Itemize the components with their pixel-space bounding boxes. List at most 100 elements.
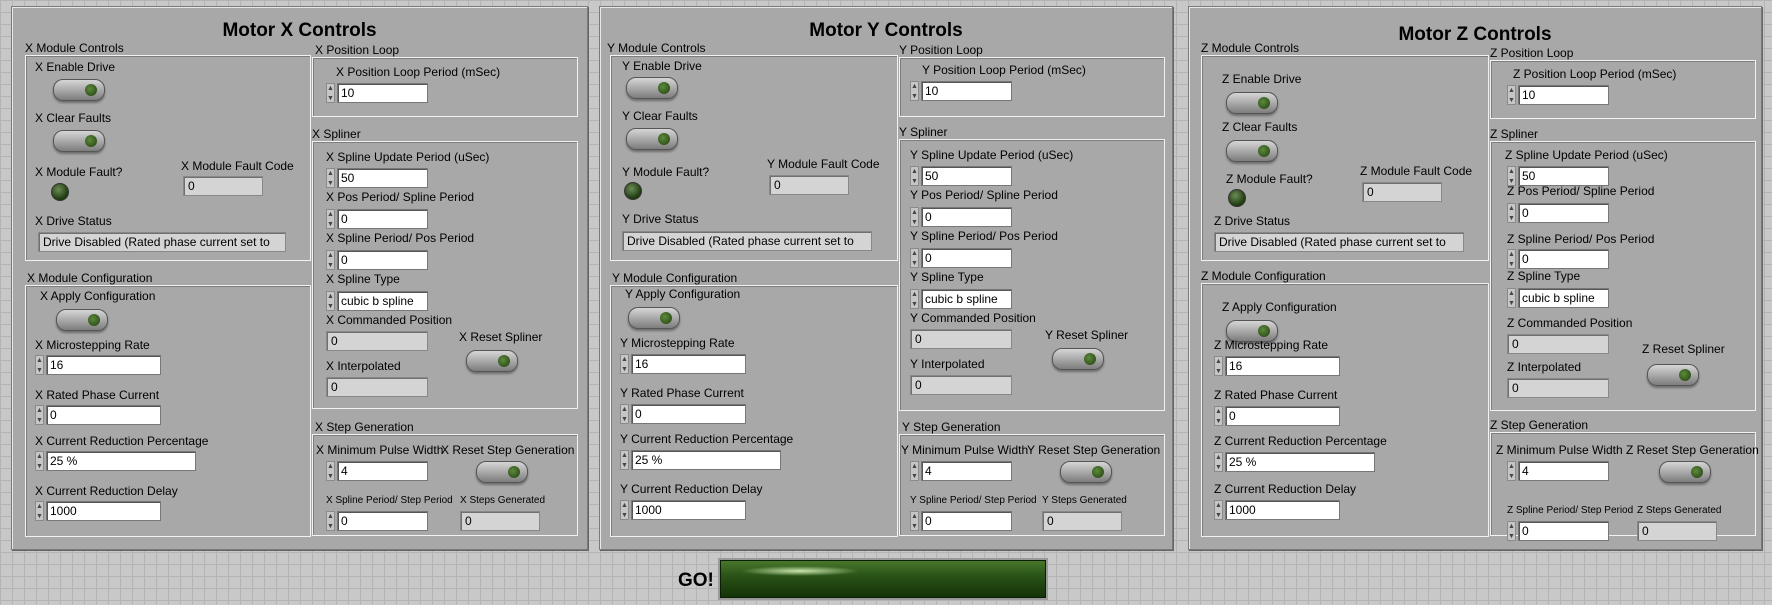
spline-pos-input[interactable]: 0: [921, 248, 1012, 268]
panel-title: Motor Y Controls: [809, 20, 963, 41]
spline-step-input[interactable]: 0: [1518, 521, 1609, 541]
spline-pos-input[interactable]: 0: [337, 250, 428, 270]
min-pulse-input[interactable]: 4: [337, 461, 428, 481]
stepper-arrows-icon[interactable]: ▲ ▼: [1214, 406, 1223, 426]
stepper-arrows-icon[interactable]: ▲ ▼: [620, 500, 629, 520]
reduction-delay-input[interactable]: 1000: [631, 500, 746, 520]
clear-faults-button[interactable]: [53, 130, 105, 152]
stepper-arrows-icon[interactable]: ▲ ▼: [1214, 452, 1223, 472]
stepper-arrows-icon[interactable]: ▲ ▼: [326, 461, 335, 481]
stepper-arrows-icon[interactable]: ▲ ▼: [1507, 203, 1516, 223]
pos-spline-input[interactable]: 0: [921, 207, 1012, 227]
reduction-delay-input[interactable]: 1000: [46, 501, 161, 521]
stepper-arrows-icon[interactable]: ▲ ▼: [910, 166, 919, 186]
spline-update-input[interactable]: 50: [1518, 166, 1609, 186]
reset-step-gen-button[interactable]: [476, 461, 528, 483]
stepper-arrows-icon[interactable]: ▲ ▼: [326, 209, 335, 229]
microstep-label: Z Microstepping Rate: [1214, 338, 1329, 352]
loop-period-input[interactable]: 10: [921, 81, 1012, 101]
microstep-input[interactable]: 16: [1225, 356, 1340, 376]
stepper-arrows-icon[interactable]: ▲ ▼: [326, 83, 335, 103]
microstep-input[interactable]: 16: [46, 355, 161, 375]
stepper-arrows-icon[interactable]: ▲ ▼: [910, 289, 919, 309]
min-pulse-input[interactable]: 4: [921, 461, 1012, 481]
apply-config-button[interactable]: [56, 309, 108, 331]
stepper-arrows-icon[interactable]: ▲ ▼: [1507, 166, 1516, 186]
spline-type-select[interactable]: cubic b spline: [921, 289, 1012, 309]
reset-spliner-button[interactable]: [1052, 348, 1104, 370]
apply-config-button[interactable]: [628, 307, 680, 329]
reduction-pct-input[interactable]: 25 %: [631, 450, 781, 470]
reduction-delay-input[interactable]: 1000: [1225, 500, 1340, 520]
stepper-arrows-icon[interactable]: ▲ ▼: [35, 355, 44, 375]
rated-current-label: Y Rated Phase Current: [620, 386, 744, 400]
stepper-arrows-icon[interactable]: ▲ ▼: [1507, 288, 1516, 308]
stepper-arrows-icon[interactable]: ▲ ▼: [1214, 500, 1223, 520]
module-controls-label: Y Module Controls: [607, 41, 706, 55]
stepper-arrows-icon[interactable]: ▲ ▼: [35, 451, 44, 471]
stepper-arrows-icon[interactable]: ▲ ▼: [326, 250, 335, 270]
reduction-delay-label: Y Current Reduction Delay: [620, 482, 763, 496]
steps-gen-label: Y Steps Generated: [1042, 495, 1127, 506]
spline-type-select[interactable]: cubic b spline: [337, 291, 428, 311]
stepper-arrows-icon[interactable]: ▲ ▼: [910, 207, 919, 227]
stepper-arrows-icon[interactable]: ▲ ▼: [326, 168, 335, 188]
enable-drive-toggle[interactable]: [626, 77, 678, 99]
clear-faults-label: Z Clear Faults: [1222, 120, 1298, 134]
rated-current-input[interactable]: 0: [46, 405, 161, 425]
stepper-arrows-icon[interactable]: ▲ ▼: [620, 404, 629, 424]
clear-faults-button[interactable]: [1226, 140, 1278, 162]
module-fault-label: Y Module Fault?: [622, 165, 710, 179]
reset-spliner-label: Z Reset Spliner: [1642, 342, 1725, 356]
stepper-arrows-icon[interactable]: ▲ ▼: [1507, 85, 1516, 105]
stepper-arrows-icon[interactable]: ▲ ▼: [910, 511, 919, 531]
spline-update-input[interactable]: 50: [337, 168, 428, 188]
stepper-arrows-icon[interactable]: ▲ ▼: [910, 461, 919, 481]
pos-spline-input[interactable]: 0: [337, 209, 428, 229]
spline-step-input[interactable]: 0: [921, 511, 1012, 531]
fault-code-indicator: 0: [1362, 182, 1442, 202]
microstep-input[interactable]: 16: [631, 354, 746, 374]
spline-type-select[interactable]: cubic b spline: [1518, 288, 1609, 308]
spliner-label: Y Spliner: [899, 125, 948, 139]
reset-spliner-button[interactable]: [466, 350, 518, 372]
spline-pos-input[interactable]: 0: [1518, 249, 1609, 269]
stepper-arrows-icon[interactable]: ▲ ▼: [910, 81, 919, 101]
stepper-arrows-icon[interactable]: ▲ ▼: [1214, 356, 1223, 376]
module-config-label: X Module Configuration: [27, 271, 153, 285]
reduction-pct-input[interactable]: 25 %: [46, 451, 196, 471]
stepper-arrows-icon[interactable]: ▲ ▼: [326, 511, 335, 531]
fault-code-label: Y Module Fault Code: [767, 157, 880, 171]
rated-current-input[interactable]: 0: [1225, 406, 1340, 426]
reset-step-gen-button[interactable]: [1060, 461, 1112, 483]
stepper-arrows-icon[interactable]: ▲ ▼: [1507, 249, 1516, 269]
pos-spline-input[interactable]: 0: [1518, 203, 1609, 223]
stepper-arrows-icon[interactable]: ▲ ▼: [326, 291, 335, 311]
spliner-label: Z Spliner: [1490, 127, 1539, 141]
go-button[interactable]: [718, 558, 1048, 600]
clear-faults-button[interactable]: [626, 128, 678, 150]
stepper-arrows-icon[interactable]: ▲ ▼: [1507, 521, 1516, 541]
reset-step-gen-button[interactable]: [1659, 461, 1711, 483]
stepper-arrows-icon[interactable]: ▲ ▼: [35, 405, 44, 425]
reduction-pct-input[interactable]: 25 %: [1225, 452, 1375, 472]
stepper-arrows-icon[interactable]: ▲ ▼: [620, 450, 629, 470]
steps-gen-indicator: 0: [460, 511, 540, 531]
loop-period-input[interactable]: 10: [337, 83, 428, 103]
loop-period-input[interactable]: 10: [1518, 85, 1609, 105]
reset-spliner-button[interactable]: [1647, 364, 1699, 386]
enable-drive-toggle[interactable]: [1226, 92, 1278, 114]
spline-step-input[interactable]: 0: [337, 511, 428, 531]
stepper-arrows-icon[interactable]: ▲ ▼: [35, 501, 44, 521]
apply-config-label: X Apply Configuration: [40, 289, 156, 303]
stepper-arrows-icon[interactable]: ▲ ▼: [910, 248, 919, 268]
drive-status-indicator: Drive Disabled (Rated phase current set …: [622, 231, 872, 251]
enable-drive-toggle[interactable]: [53, 79, 105, 101]
fault-code-indicator: 0: [769, 175, 849, 195]
rated-current-input[interactable]: 0: [631, 404, 746, 424]
stepper-arrows-icon[interactable]: ▲ ▼: [620, 354, 629, 374]
min-pulse-input[interactable]: 4: [1518, 461, 1609, 481]
stepper-arrows-icon[interactable]: ▲ ▼: [1507, 461, 1516, 481]
spline-update-input[interactable]: 50: [921, 166, 1012, 186]
apply-config-label: Y Apply Configuration: [625, 287, 741, 301]
